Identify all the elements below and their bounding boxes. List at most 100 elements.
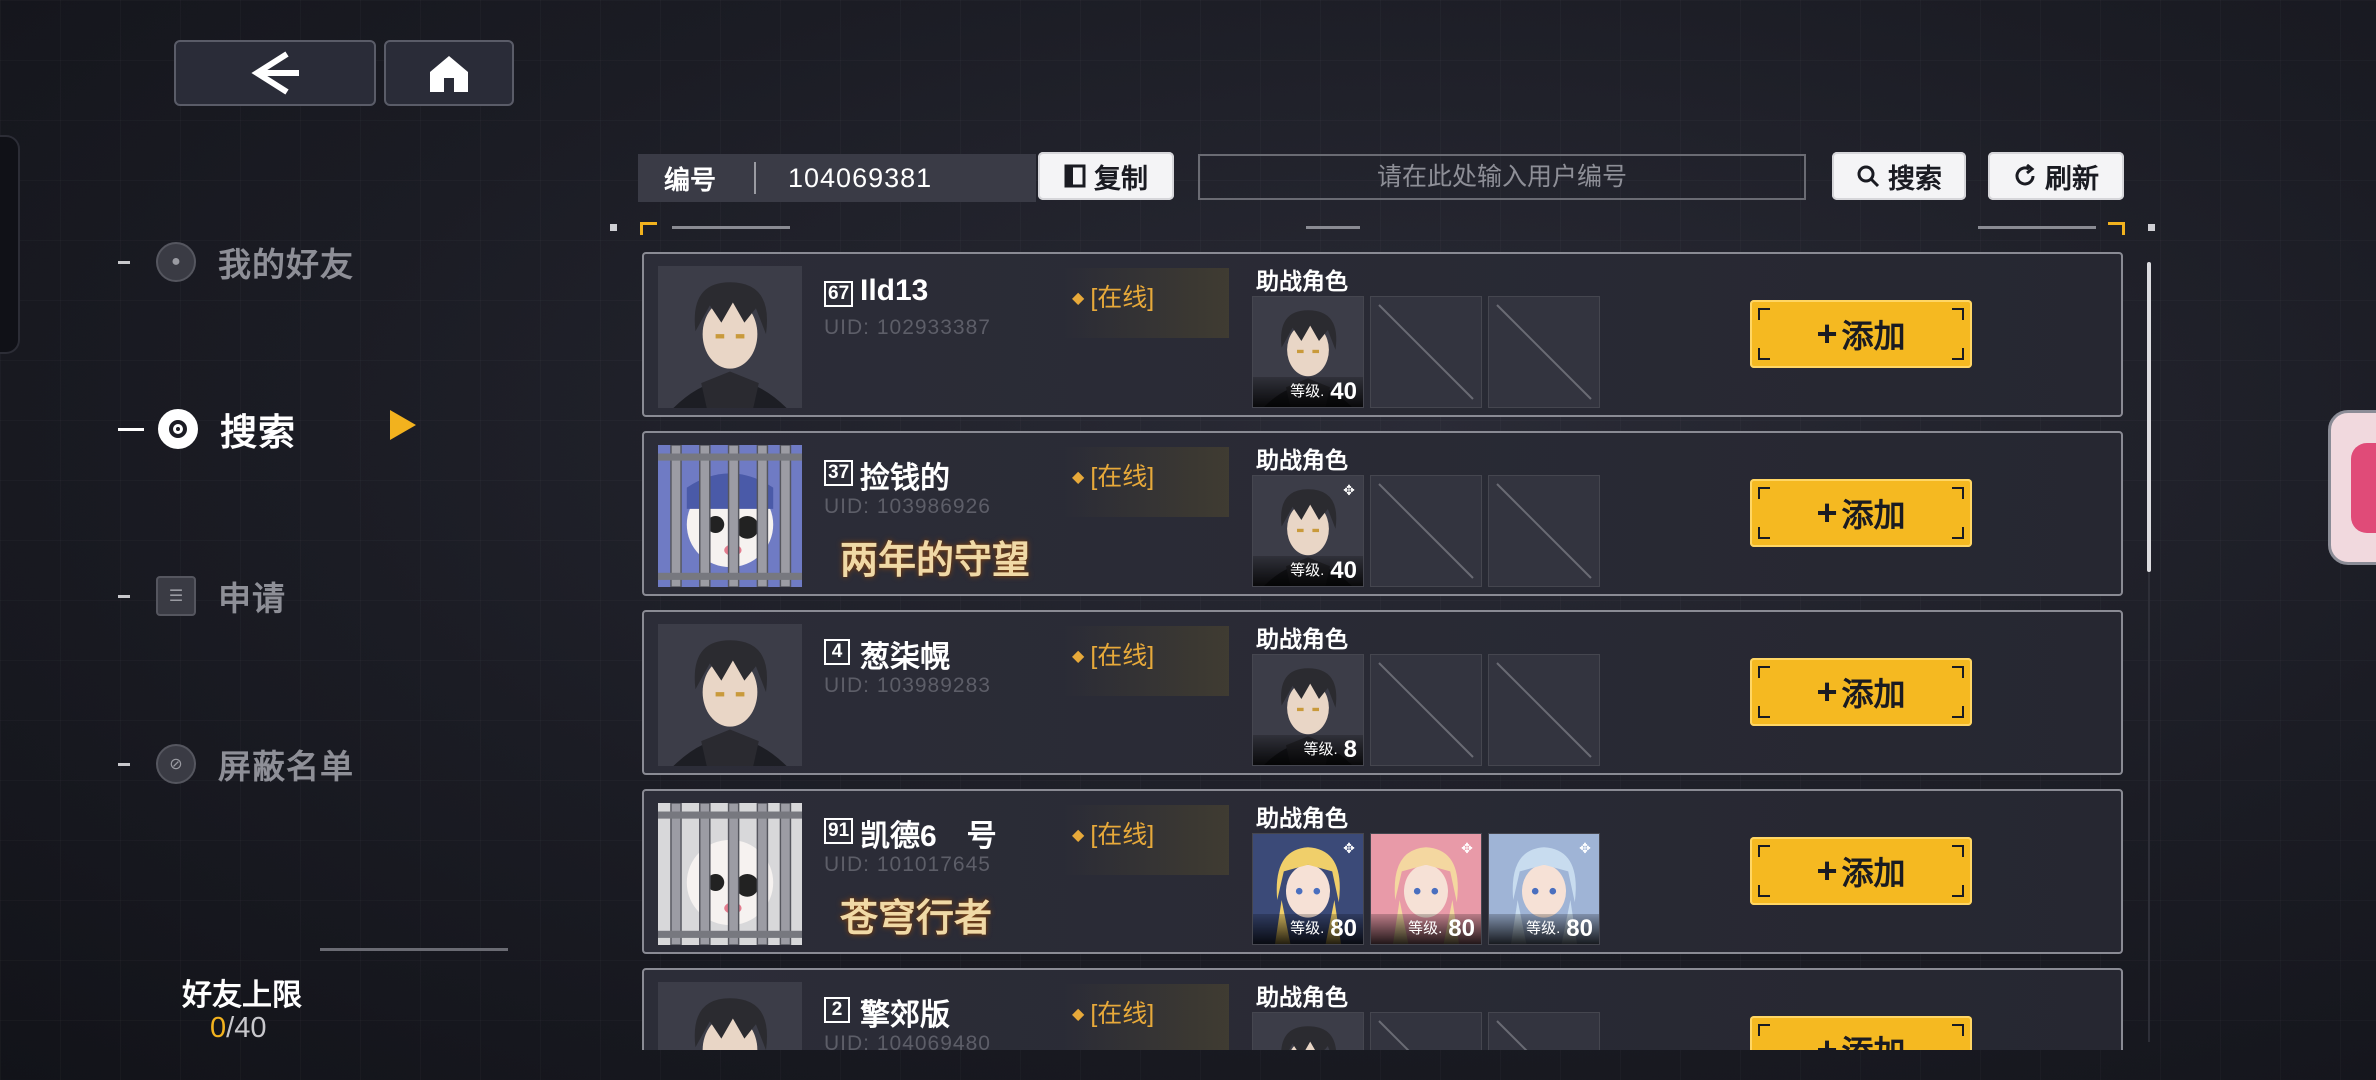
nav-label: 我的好友	[218, 246, 354, 283]
avatar[interactable]	[658, 624, 802, 766]
diamond-icon: ◆	[1072, 827, 1085, 844]
search-icon	[1857, 165, 1880, 188]
diamond-icon: ◆	[1072, 290, 1085, 307]
support-character-slot[interactable]	[1488, 654, 1600, 766]
online-status: ◆ [在线]	[1072, 821, 1155, 849]
user-uid: UID: 103986926	[824, 495, 991, 518]
plus-icon: +	[1816, 850, 1838, 891]
diamond-icon: ◆	[1072, 648, 1085, 665]
copy-button[interactable]: 复制	[1038, 152, 1174, 200]
nav-dash	[118, 260, 130, 264]
support-character-slot[interactable]	[1488, 475, 1600, 587]
support-character-slot[interactable]	[1370, 654, 1482, 766]
support-character-label: 助战角色	[1256, 984, 1348, 1010]
diamond-icon: ◆	[1072, 469, 1085, 486]
edge-handle	[0, 135, 20, 354]
user-card[interactable]: 91 凯德6 号 UID: 101017645 ◆ [在线] 苍穹行者 助战角色 ✥ 等级. 80…	[642, 789, 2123, 954]
user-name: 葱柒幌	[860, 641, 950, 674]
back-arrow-icon	[251, 51, 299, 95]
friend-limit-count: 0/40	[210, 1012, 267, 1044]
support-character-slot[interactable]: 等级.	[1252, 1012, 1364, 1050]
target-icon: ✥	[1343, 840, 1355, 856]
add-friend-button[interactable]: +添加	[1750, 1016, 1972, 1050]
nav-requests[interactable]: ☰ 申请	[118, 572, 286, 620]
nav-label: 申请	[218, 580, 286, 617]
character-level: 等级. 80	[1371, 914, 1481, 944]
user-name: 凯德6 号	[860, 820, 997, 853]
refresh-icon	[2015, 164, 2035, 186]
refresh-button[interactable]: 刷新	[1988, 152, 2124, 200]
nav-dash	[118, 762, 130, 766]
home-icon	[430, 56, 468, 92]
user-card[interactable]: 4 葱柒幌 UID: 103989283 ◆ [在线] 助战角色 等级. 8 + 添加	[642, 610, 2123, 775]
friends-icon: ●	[156, 242, 196, 282]
add-friend-button[interactable]: +添加	[1750, 479, 1972, 547]
id-label: 编号	[664, 164, 717, 195]
target-icon: ✥	[1461, 840, 1473, 856]
support-character-slot[interactable]	[1370, 1012, 1482, 1050]
support-character-slot[interactable]: 等级. 40	[1252, 296, 1364, 408]
character-level: 等级. 80	[1489, 914, 1599, 944]
user-uid: UID: 104069480	[824, 1032, 991, 1050]
side-pull-tab[interactable]	[2328, 410, 2376, 565]
support-character-slot[interactable]	[1488, 296, 1600, 408]
user-card[interactable]: 37 捡钱的 UID: 103986926 ◆ [在线] 两年的守望 助战角色 ✥ 等级. 40 +…	[642, 431, 2123, 596]
support-character-label: 助战角色	[1256, 447, 1348, 473]
support-character-slot[interactable]: 等级. 8	[1252, 654, 1364, 766]
target-icon: ✥	[1579, 840, 1591, 856]
online-status: ◆ [在线]	[1072, 463, 1155, 491]
copy-icon	[1064, 164, 1086, 188]
user-uid: UID: 102933387	[824, 316, 991, 339]
nav-label: 屏蔽名单	[218, 748, 354, 785]
divider	[320, 948, 508, 951]
side-tab-icon	[2351, 443, 2376, 533]
back-button[interactable]	[174, 40, 376, 106]
decor-rule	[1306, 226, 1360, 229]
avatar[interactable]	[658, 982, 802, 1050]
support-character-slot[interactable]	[1370, 296, 1482, 408]
nav-my-friends[interactable]: ● 我的好友	[118, 238, 354, 286]
user-title-badge: 苍穹行者	[840, 895, 993, 940]
user-level: 4	[824, 639, 850, 665]
user-id-search-input[interactable]	[1198, 154, 1806, 200]
add-friend-button[interactable]: +添加	[1750, 837, 1972, 905]
user-level: 67	[824, 281, 854, 307]
decor-rule	[1978, 226, 2096, 229]
support-character-slot[interactable]	[1488, 1012, 1600, 1050]
user-card[interactable]: 2 擎郊版UID: 104069480 ◆[在线] 助战角色等级. +添加	[642, 968, 2123, 1050]
add-friend-button[interactable]: +添加	[1750, 658, 1972, 726]
support-character-slot[interactable]: ✥ 等级. 40	[1252, 475, 1364, 587]
search-icon	[158, 409, 198, 449]
user-level: 2	[824, 997, 850, 1023]
nav-block-list[interactable]: ⊘ 屏蔽名单	[118, 740, 354, 788]
user-card[interactable]: 67 Ild13 UID: 102933387 ◆ [在线] 助战角色 等级. 40 + 添加	[642, 252, 2123, 417]
character-level: 等级. 8	[1253, 735, 1363, 765]
add-friend-button[interactable]: +添加	[1750, 300, 1972, 368]
plus-icon: +	[1816, 313, 1838, 354]
divider	[754, 162, 756, 194]
user-level: 91	[824, 818, 854, 844]
character-level: 等级. 40	[1253, 377, 1363, 407]
decor-bracket	[640, 222, 657, 235]
support-character-slot[interactable]: ✥ 等级. 80	[1370, 833, 1482, 945]
user-name: Ild13	[860, 274, 929, 307]
decor-rule	[672, 226, 790, 229]
user-name: 捡钱的	[860, 462, 950, 495]
avatar[interactable]	[658, 445, 802, 587]
search-button[interactable]: 搜索	[1832, 152, 1966, 200]
support-character-label: 助战角色	[1256, 805, 1348, 831]
scrollbar[interactable]	[2147, 262, 2151, 572]
nav-search[interactable]: 搜索	[118, 402, 296, 456]
support-character-slot[interactable]: ✥ 等级. 80	[1488, 833, 1600, 945]
avatar[interactable]	[658, 266, 802, 408]
home-button[interactable]	[384, 40, 514, 106]
support-character-slot[interactable]: ✥ 等级. 80	[1252, 833, 1364, 945]
user-title-badge: 两年的守望	[840, 537, 1031, 582]
avatar[interactable]	[658, 803, 802, 945]
online-status: ◆ [在线]	[1072, 1000, 1155, 1028]
search-result-list[interactable]: 67 Ild13 UID: 102933387 ◆ [在线] 助战角色 等级. 40 + 添加 37…	[642, 252, 2127, 1050]
active-indicator-icon	[390, 410, 416, 440]
decor-dot	[610, 224, 617, 231]
support-character-slot[interactable]	[1370, 475, 1482, 587]
nav-dash	[118, 427, 144, 431]
